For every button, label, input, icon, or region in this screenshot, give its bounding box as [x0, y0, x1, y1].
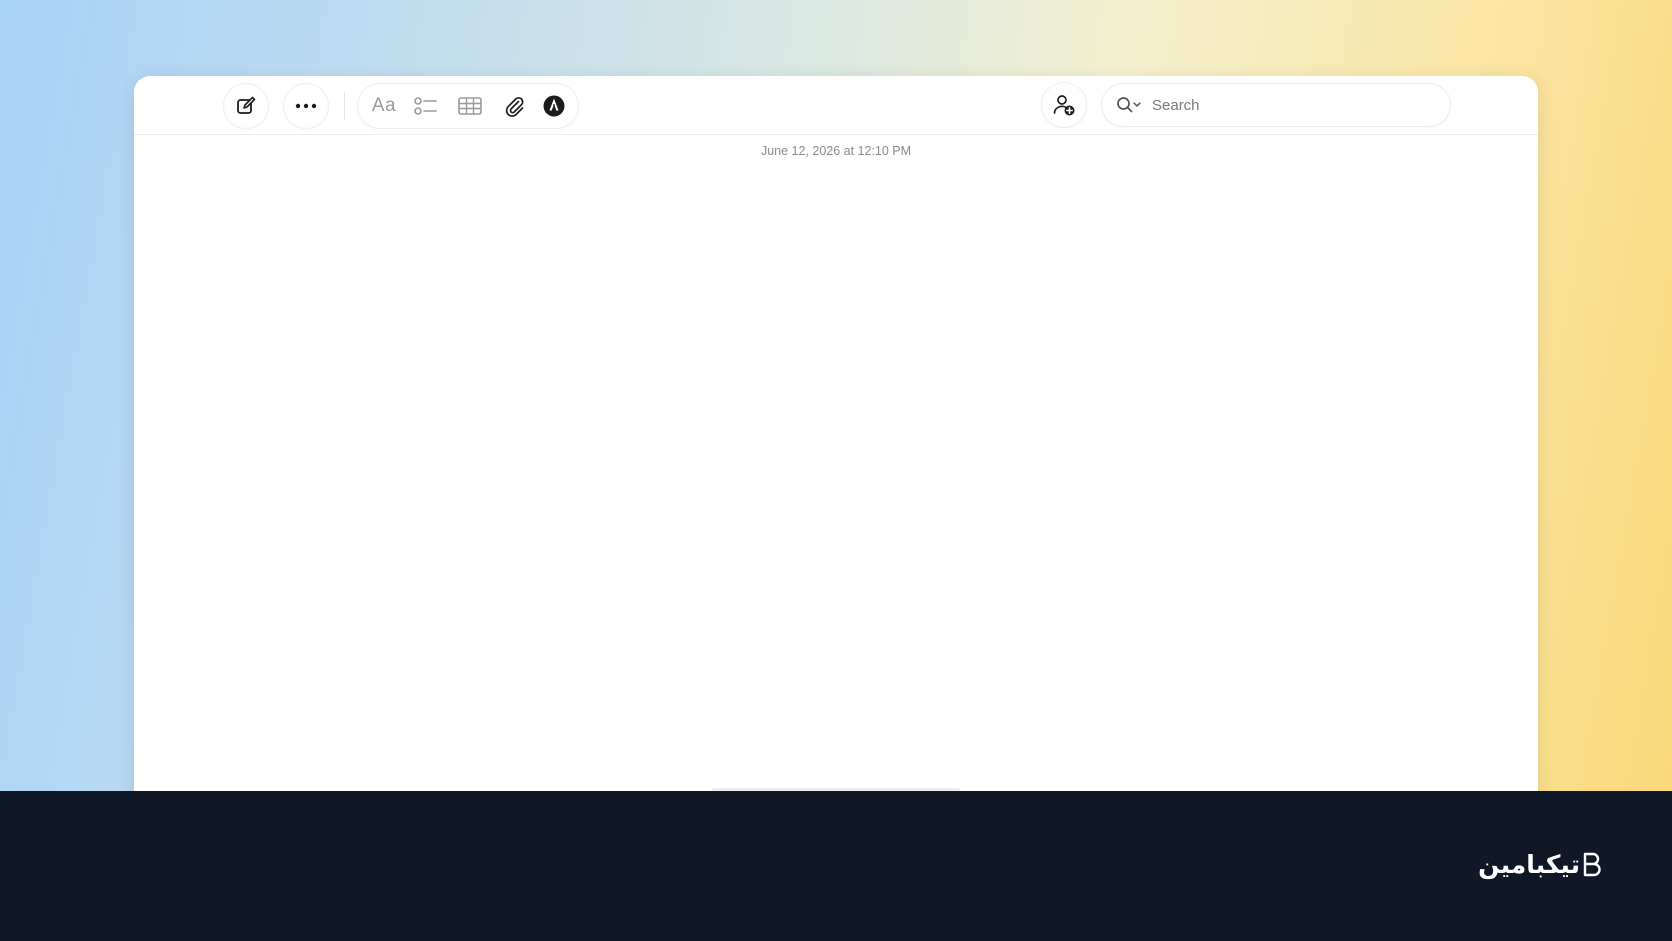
markup-button[interactable]	[534, 84, 574, 128]
ellipsis-icon	[295, 103, 317, 109]
compose-icon	[237, 96, 256, 114]
toolbar: Aa	[134, 76, 1538, 135]
brand-logo: تیکبامین	[1478, 846, 1602, 882]
paperclip-icon	[505, 96, 524, 117]
format-label: Aa	[371, 95, 397, 116]
formatting-group: Aa	[358, 84, 578, 128]
collaborate-button[interactable]	[1042, 83, 1086, 127]
checklist-button[interactable]	[406, 84, 446, 128]
table-button[interactable]	[450, 84, 490, 128]
search-input[interactable]	[1150, 95, 1434, 115]
footer-bar	[0, 791, 1672, 941]
markup-pen-icon	[543, 95, 565, 117]
checklist-icon	[414, 97, 437, 115]
note-editor[interactable]	[174, 176, 1498, 791]
more-button[interactable]	[284, 84, 328, 128]
brand-text: تیکبامین	[1478, 849, 1580, 879]
table-icon	[458, 97, 482, 115]
notes-window: Aa Search June 12, 2026 at 12:10 PM	[134, 76, 1538, 791]
collaborate-icon	[1053, 95, 1075, 116]
new-note-button[interactable]	[224, 84, 268, 128]
format-button[interactable]: Aa	[364, 84, 404, 128]
brand-mark-icon	[1583, 852, 1601, 877]
desktop-background: Aa Search June 12, 2026 at 12:10 PM	[0, 0, 1672, 791]
note-timestamp: June 12, 2026 at 12:10 PM	[760, 144, 912, 158]
toolbar-divider	[344, 92, 345, 120]
search-icon	[1116, 95, 1142, 115]
attachment-button[interactable]	[494, 84, 534, 128]
search-field[interactable]	[1102, 84, 1450, 126]
